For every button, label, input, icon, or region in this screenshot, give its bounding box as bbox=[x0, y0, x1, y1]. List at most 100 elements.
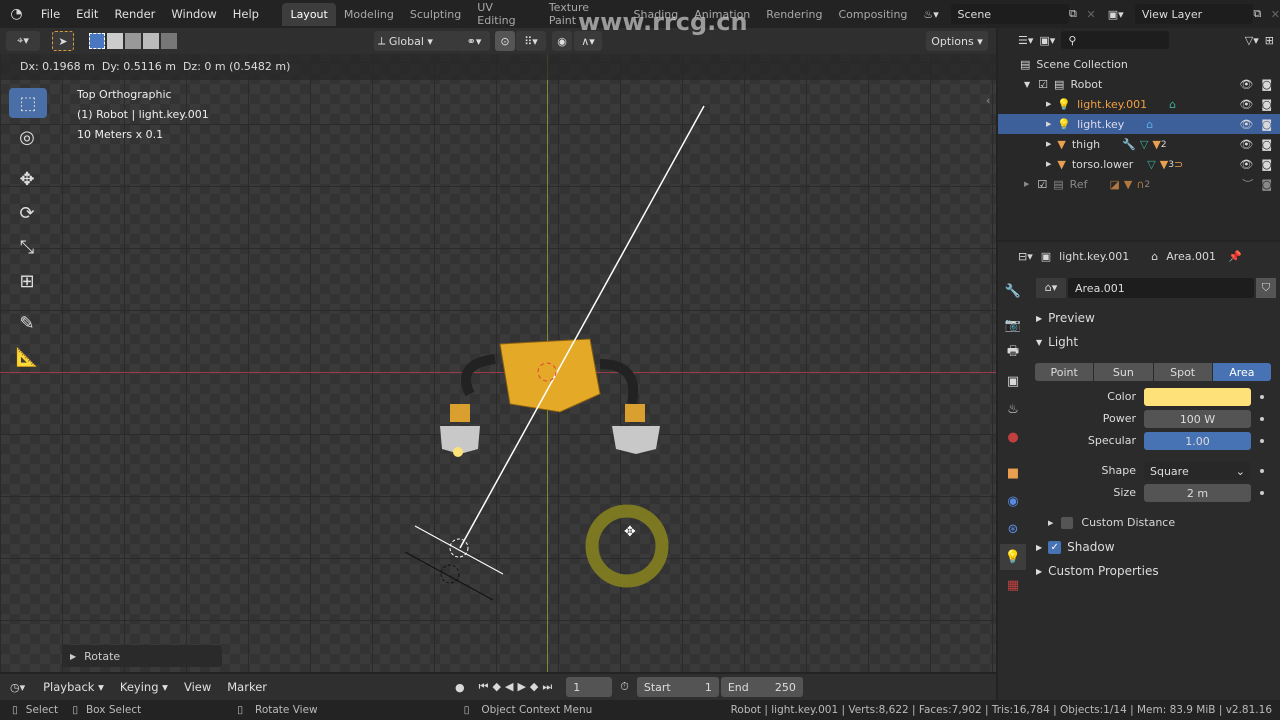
new-collection-icon[interactable]: ⊞ bbox=[1265, 34, 1274, 47]
scene-field[interactable]: Scene bbox=[950, 4, 1070, 24]
object-tab-icon[interactable]: ■ bbox=[1000, 460, 1026, 486]
outliner-row-thigh[interactable]: ▶ ▼ thigh 🔧 ▽ ▼ 2 👁 ◙ bbox=[998, 134, 1280, 154]
light-data-icon[interactable]: ⌂▾ bbox=[1036, 278, 1066, 298]
checkbox-icon[interactable]: ☑ bbox=[1038, 78, 1048, 91]
light-type-point[interactable]: Point bbox=[1035, 363, 1094, 381]
outliner-row-light-key[interactable]: ▶ 💡 light.key ⌂ 👁 ◙ bbox=[998, 114, 1280, 134]
custom-distance-subpanel[interactable]: ▶ Custom Distance bbox=[1048, 516, 1175, 529]
view-layer-field[interactable]: View Layer bbox=[1134, 4, 1254, 24]
output-tab-icon[interactable]: 🖶 bbox=[1000, 340, 1026, 366]
camera-disabled-icon[interactable]: ◙ bbox=[1261, 178, 1272, 191]
specular-slider[interactable]: 1.00 bbox=[1144, 432, 1251, 450]
keyframe-dot[interactable] bbox=[1260, 417, 1264, 421]
light-data-tab-icon[interactable]: 💡 bbox=[1000, 544, 1026, 570]
editor-type-icon[interactable]: ◷▾ bbox=[10, 681, 25, 694]
outliner-row-torso-lower[interactable]: ▶ ▼ torso.lower ▽ ▼ 3 ⊃ 👁 ◙ bbox=[998, 154, 1280, 174]
datablock-name-field[interactable]: Area.001 bbox=[1068, 278, 1254, 298]
light-type-sun[interactable]: Sun bbox=[1094, 363, 1153, 381]
eye-icon[interactable]: 👁 bbox=[1239, 98, 1253, 111]
selection-mode-buttons[interactable] bbox=[89, 33, 177, 49]
tab-modeling[interactable]: Modeling bbox=[336, 3, 402, 26]
tab-sculpting[interactable]: Sculpting bbox=[402, 3, 469, 26]
mode-intersect-icon[interactable] bbox=[161, 33, 177, 49]
physics-tab-icon[interactable]: ◉ bbox=[1000, 488, 1026, 514]
eye-icon[interactable]: 👁 bbox=[1239, 158, 1253, 171]
shape-dropdown[interactable]: Square ⌄ bbox=[1144, 462, 1251, 480]
keyframe-dot[interactable] bbox=[1260, 395, 1264, 399]
3d-viewport[interactable]: Dx: 0.1968 m Dy: 0.5116 m Dz: 0 m (0.548… bbox=[0, 54, 996, 672]
outliner-row-ref[interactable]: ▶ ☑ ▤ Ref ◪ ▼ ∩ 2 ︶ ◙ bbox=[998, 174, 1280, 194]
datablock-selector[interactable]: ⌂▾ Area.001 ⛉ bbox=[1036, 278, 1276, 298]
view-layer-tab-icon[interactable]: ▣ bbox=[1000, 368, 1026, 394]
custom-distance-checkbox[interactable] bbox=[1061, 516, 1074, 529]
options-dropdown[interactable]: Options ▾ bbox=[926, 31, 988, 51]
scene-tab-icon[interactable]: ♨ bbox=[1000, 396, 1026, 422]
filter-view-icon[interactable]: ▣▾ bbox=[1039, 34, 1055, 47]
new-scene-icon[interactable]: ⧉ bbox=[1069, 7, 1086, 21]
camera-icon[interactable]: ◙ bbox=[1261, 78, 1272, 91]
camera-icon[interactable]: ◙ bbox=[1261, 138, 1272, 151]
checkbox-icon[interactable]: ☑ bbox=[1037, 178, 1047, 191]
view-menu[interactable]: View bbox=[176, 680, 219, 694]
world-tab-icon[interactable]: ● bbox=[1000, 424, 1026, 450]
eye-icon[interactable]: 👁 bbox=[1239, 118, 1253, 131]
mode-invert-icon[interactable] bbox=[143, 33, 159, 49]
constraints-tab-icon[interactable]: ⊛ bbox=[1000, 516, 1026, 542]
snap-toggle[interactable]: ⊙ bbox=[495, 31, 515, 51]
light-panel-header[interactable]: ▼ Light bbox=[1036, 331, 1276, 353]
keyframe-dot[interactable] bbox=[1260, 469, 1264, 473]
tab-rendering[interactable]: Rendering bbox=[758, 3, 830, 26]
eye-icon[interactable]: 👁 bbox=[1239, 78, 1253, 91]
texture-tab-icon[interactable]: ▦ bbox=[1000, 572, 1026, 598]
hidden-eye-icon[interactable]: ︶ bbox=[1242, 176, 1253, 192]
tab-shading[interactable]: Shading bbox=[626, 3, 687, 26]
outliner-row-light-key-001[interactable]: ▶ 💡 light.key.001 ⌂ 👁 ◙ bbox=[998, 94, 1280, 114]
shadow-panel-header[interactable]: ▶ ✓ Shadow bbox=[1036, 536, 1276, 558]
sidebar-toggle-icon[interactable]: ‹ bbox=[986, 94, 990, 107]
falloff-dropdown[interactable]: ∧▾ bbox=[574, 31, 602, 51]
shadow-checkbox[interactable]: ✓ bbox=[1048, 540, 1062, 554]
mode-subtract-icon[interactable] bbox=[125, 33, 141, 49]
display-mode-icon[interactable]: ☰▾ bbox=[1018, 34, 1033, 47]
proportional-edit-toggle[interactable]: ◉ bbox=[552, 31, 572, 51]
pin-icon[interactable]: 📌 bbox=[1228, 250, 1242, 263]
keying-menu[interactable]: Keying ▾ bbox=[112, 680, 176, 694]
editor-type-button[interactable]: ⌖▾ bbox=[6, 31, 40, 51]
menu-window[interactable]: Window bbox=[163, 7, 224, 21]
outliner-row-robot[interactable]: ▼ ☑ ▤ Robot 👁 ◙ bbox=[998, 74, 1280, 94]
pivot-dropdown[interactable]: ⚭▾ bbox=[458, 31, 490, 51]
power-field[interactable]: 100 W bbox=[1144, 410, 1251, 428]
playback-controls[interactable]: ⏮◆◀▶◆⏭ bbox=[479, 680, 557, 694]
render-tab-icon[interactable]: 📷 bbox=[1000, 312, 1026, 338]
camera-icon[interactable]: ◙ bbox=[1261, 158, 1272, 171]
start-frame-field[interactable]: Start 1 bbox=[636, 677, 719, 697]
menu-help[interactable]: Help bbox=[225, 7, 267, 21]
eye-icon[interactable]: 👁 bbox=[1239, 138, 1253, 151]
tab-layout[interactable]: Layout bbox=[282, 2, 336, 26]
current-frame-field[interactable]: 1 bbox=[566, 677, 613, 697]
new-view-layer-icon[interactable]: ⧉ bbox=[1253, 7, 1270, 21]
size-field[interactable]: 2 m bbox=[1144, 484, 1251, 502]
record-button[interactable]: ● bbox=[455, 681, 465, 694]
keyframe-dot[interactable] bbox=[1260, 439, 1264, 443]
camera-icon[interactable]: ◙ bbox=[1261, 118, 1272, 131]
menu-edit[interactable]: Edit bbox=[68, 7, 106, 21]
marker-menu[interactable]: Marker bbox=[219, 680, 275, 694]
stopwatch-icon[interactable]: ⏱ bbox=[620, 680, 629, 694]
scene-collection-row[interactable]: ▤ Scene Collection bbox=[998, 54, 1280, 74]
end-frame-field[interactable]: End 250 bbox=[720, 677, 803, 697]
preview-panel-header[interactable]: ▶ Preview bbox=[1036, 307, 1276, 329]
rotate-gizmo-ring[interactable] bbox=[585, 504, 669, 588]
editor-type-icon[interactable]: ⊟▾ bbox=[1018, 250, 1033, 263]
view-layer-icon[interactable]: ▣▾ bbox=[1108, 8, 1135, 21]
custom-properties-panel-header[interactable]: ▶ Custom Properties bbox=[1036, 560, 1276, 582]
tool-tab-icon[interactable]: 🔧 bbox=[1000, 278, 1026, 304]
camera-icon[interactable]: ◙ bbox=[1261, 98, 1272, 111]
close-scene-icon[interactable]: ✕ bbox=[1086, 8, 1107, 21]
menu-file[interactable]: File bbox=[33, 7, 68, 21]
last-operator-panel[interactable]: ▶ Rotate bbox=[62, 645, 222, 667]
scene-icon[interactable]: ♨▾ bbox=[923, 8, 950, 21]
color-swatch[interactable] bbox=[1144, 388, 1251, 406]
close-view-layer-icon[interactable]: ✕ bbox=[1271, 8, 1280, 21]
keyframe-dot[interactable] bbox=[1260, 491, 1264, 495]
